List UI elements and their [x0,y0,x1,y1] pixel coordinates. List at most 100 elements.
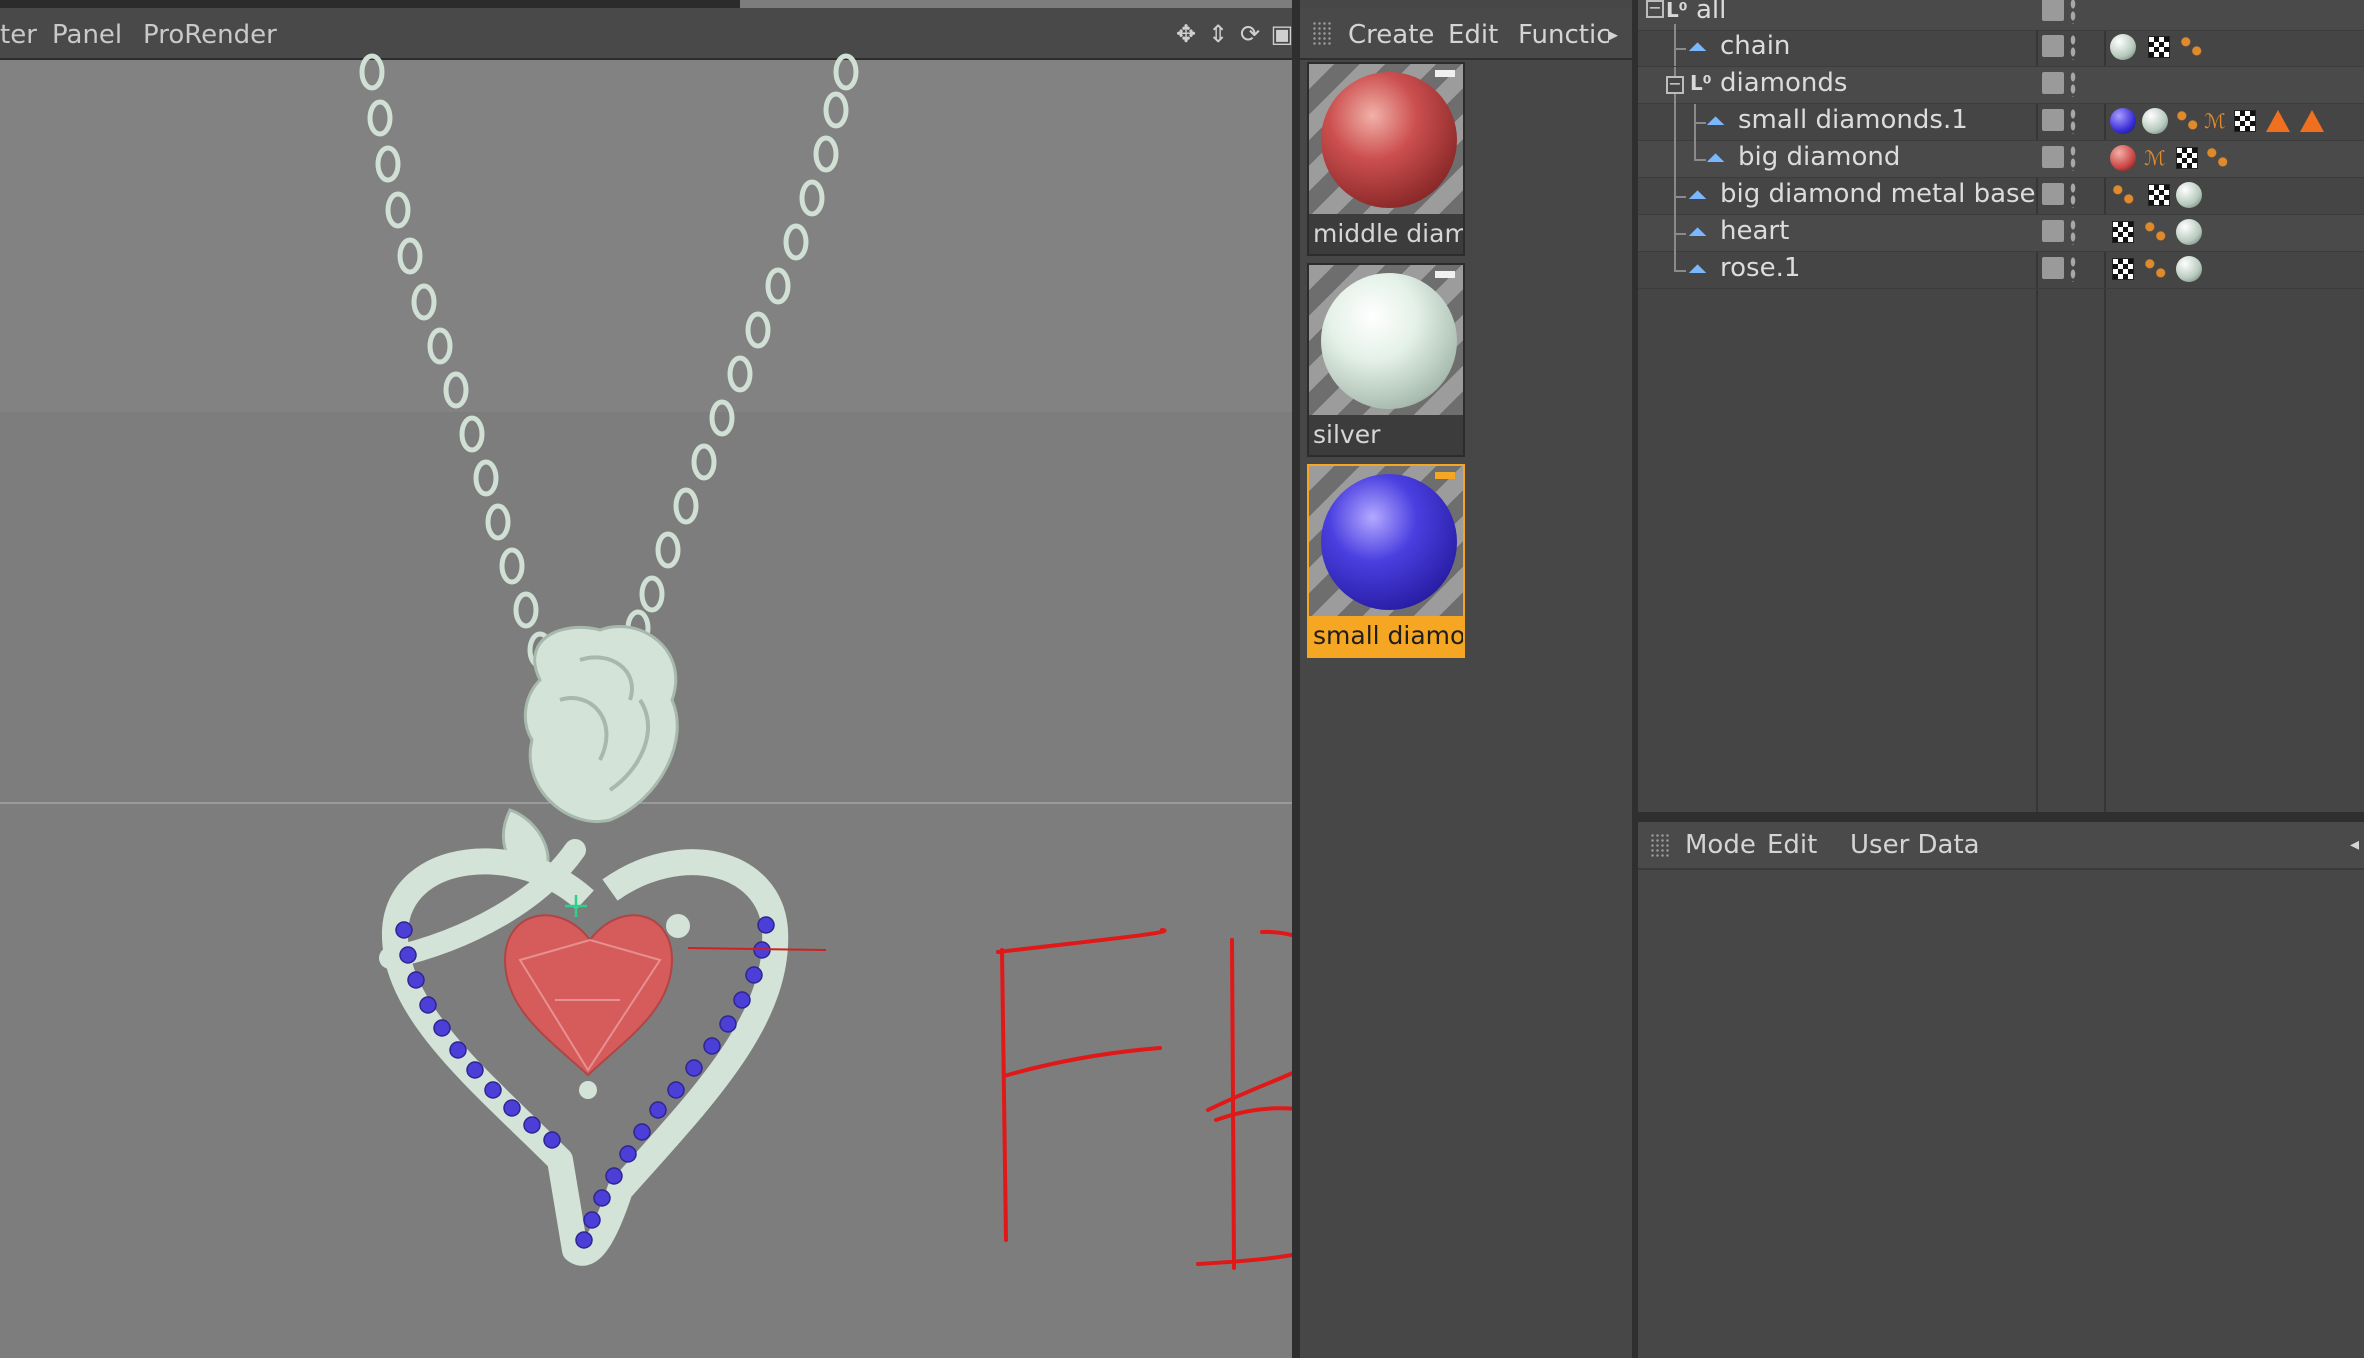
phong-tag-icon[interactable] [2204,145,2230,171]
object-row-big-diamond[interactable]: ⏶ big diamond ℳ [1638,141,2364,178]
material-manager: Create Edit Functic ▸ middle diam silver… [1300,0,1632,1358]
visibility-editor-icon[interactable] [2042,109,2064,131]
menu-edit[interactable]: Edit [1767,830,1817,860]
polygon-object-icon: ⏶ [1688,181,1708,209]
material-sphere-red [1321,72,1457,208]
material-swatch-silver[interactable]: silver [1307,263,1465,457]
object-row-rose[interactable]: ⏶ rose.1 [1638,252,2364,289]
tree-line [1694,122,1706,124]
material-flag [1435,472,1455,479]
object-row-all[interactable]: − L⁰ all [1638,0,2364,31]
menu-back-arrow-icon[interactable]: ◂ [2350,834,2359,855]
visibility-editor-icon[interactable] [2042,35,2064,57]
object-row-chain[interactable]: ⏶ chain [1638,24,2364,67]
material-label: middle diam [1313,219,1463,248]
material-label: silver [1313,420,1381,449]
visibility-dots-icon[interactable] [2070,0,2076,24]
heart-gem [503,914,674,1077]
uvw-checker-tag-icon[interactable] [2148,36,2170,58]
object-name: diamonds [1720,68,1848,98]
material-preview [1309,64,1463,214]
polygon-object-icon: ⏶ [1688,218,1708,246]
object-row-diamonds[interactable]: − L⁰ diamonds [1638,67,2364,104]
visibility-editor-icon[interactable] [2042,146,2064,168]
attribute-manager: Mode Edit User Data ◂ [1638,822,2364,1358]
panel-divider-left[interactable] [1292,0,1300,1358]
phong-tag-icon[interactable] [2174,108,2200,134]
object-name: heart [1720,216,1790,246]
menu-function[interactable]: Functic [1518,20,1611,50]
menu-overflow-arrow-icon[interactable]: ▸ [1608,22,1618,46]
menu-user-data[interactable]: User Data [1850,830,1980,860]
tree-line [1674,48,1686,50]
uvw-checker-tag-icon[interactable] [2112,221,2134,243]
visibility-dots-icon[interactable] [2070,71,2076,97]
red-material-tag-icon[interactable] [2110,145,2136,171]
chain-left [359,53,553,669]
phong-tag-icon[interactable] [2142,219,2168,245]
panel-grip-icon[interactable] [1312,21,1332,45]
tree-line [1674,141,1676,178]
null-object-icon: L⁰ [1690,71,1712,95]
visibility-dots-icon[interactable] [2070,219,2076,245]
silver-material-tag-icon[interactable] [2110,34,2136,60]
phong-tag-icon[interactable] [2142,256,2168,282]
visibility-dots-icon[interactable] [2070,256,2076,282]
object-row-heart[interactable]: ⏶ heart [1638,215,2364,252]
object-name: big diamond metal base [1720,179,2036,209]
uvw-checker-tag-icon[interactable] [2176,147,2198,169]
object-name: all [1696,0,1727,25]
object-axis-x [687,947,827,951]
warning-tag-icon[interactable] [2266,110,2290,132]
visibility-editor-icon[interactable] [2042,220,2064,242]
object-name: rose.1 [1720,253,1801,283]
tree-line [1674,270,1686,272]
tree-line [1674,252,1676,270]
smoothing-tag-icon[interactable]: ℳ [2142,145,2168,171]
phong-tag-icon[interactable] [2110,182,2136,208]
object-row-small-diamonds[interactable]: ⏶ small diamonds.1 ℳ [1638,104,2364,141]
panel-grip-icon[interactable] [1650,833,1670,857]
polygon-object-icon: ⏶ [1688,255,1708,283]
3d-viewport[interactable]: ter Panel ProRender ✥ ⇕ ⟳ ▣ [0,0,1294,1358]
visibility-dots-icon[interactable] [2070,145,2076,171]
silver-material-tag-icon[interactable] [2176,256,2202,282]
warning-tag-icon[interactable] [2300,110,2324,132]
phong-tag-icon[interactable] [2178,34,2204,60]
object-row-big-diamond-metal-base[interactable]: ⏶ big diamond metal base [1638,178,2364,215]
object-manager: − L⁰ all ⏶ chain − L⁰ diamonds ⏶ small d… [1638,0,2364,812]
uvw-checker-tag-icon[interactable] [2148,184,2170,206]
polygon-object-icon: ⏶ [1706,144,1726,172]
menu-edit[interactable]: Edit [1448,20,1498,50]
material-flag [1435,70,1455,77]
silver-material-tag-icon[interactable] [2176,219,2202,245]
panel-divider-horizontal[interactable] [1638,812,2364,822]
tree-line [1694,159,1706,161]
visibility-dots-icon[interactable] [2070,108,2076,134]
silver-material-tag-icon[interactable] [2142,108,2168,134]
attribute-menubar: Mode Edit User Data ◂ [1638,822,2364,870]
silver-material-tag-icon[interactable] [2176,182,2202,208]
visibility-editor-icon[interactable] [2042,72,2064,94]
material-swatch-small-diamond[interactable]: small diamor [1307,464,1465,658]
collapse-toggle-icon[interactable]: − [1646,0,1664,18]
blue-material-tag-icon[interactable] [2110,108,2136,134]
uvw-checker-tag-icon[interactable] [2234,110,2256,132]
material-menubar: Create Edit Functic ▸ [1300,8,1632,60]
polygon-object-icon: ⏶ [1688,33,1708,61]
collapse-toggle-icon[interactable]: − [1666,76,1684,94]
smoothing-tag-icon[interactable]: ℳ [2202,108,2228,134]
uvw-checker-tag-icon[interactable] [2112,258,2134,280]
polygon-object-icon: ⏶ [1706,107,1726,135]
visibility-dots-icon[interactable] [2070,182,2076,208]
menu-create[interactable]: Create [1348,20,1434,50]
material-sphere-blue [1321,474,1457,610]
visibility-editor-icon[interactable] [2042,0,2064,21]
chain-right [625,53,859,647]
menu-mode[interactable]: Mode [1685,830,1756,860]
material-swatch-middle-diamond[interactable]: middle diam [1307,62,1465,256]
visibility-dots-icon[interactable] [2070,34,2076,60]
gem-prong-right [666,914,690,938]
visibility-editor-icon[interactable] [2042,183,2064,205]
visibility-editor-icon[interactable] [2042,257,2064,279]
